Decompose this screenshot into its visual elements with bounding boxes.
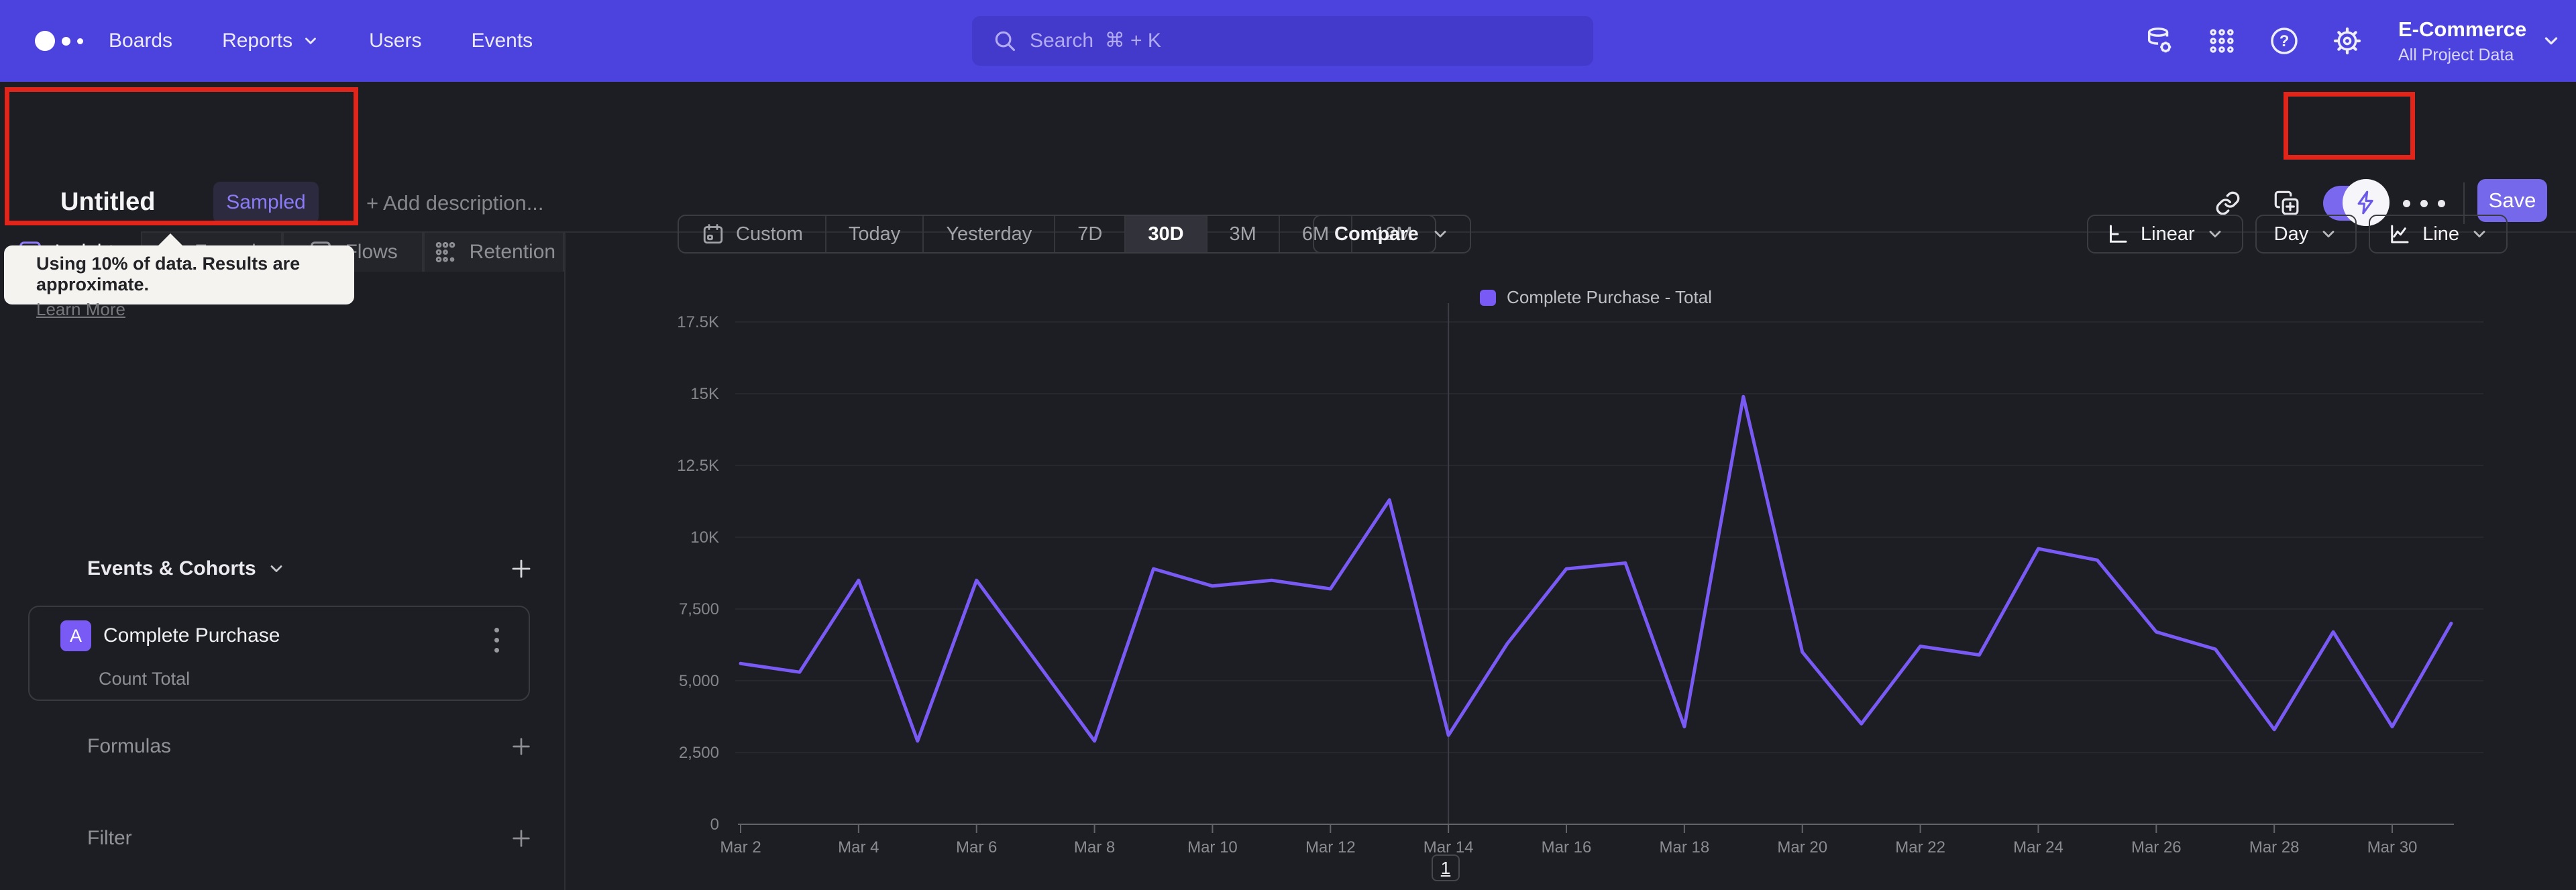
svg-text:12.5K: 12.5K: [677, 457, 719, 475]
sampling-tooltip: Using 10% of data. Results are approxima…: [4, 233, 354, 319]
svg-text:Mar 6: Mar 6: [956, 838, 997, 856]
chart-type-dropdown[interactable]: Line: [2369, 215, 2508, 254]
interval-dropdown[interactable]: Day: [2255, 215, 2357, 254]
learn-more-link[interactable]: Learn More: [36, 299, 125, 320]
svg-text:10K: 10K: [690, 529, 719, 547]
range-yesterday[interactable]: Yesterday: [924, 216, 1056, 252]
chevron-down-icon: [2209, 231, 2221, 237]
legend-item[interactable]: Complete Purchase - Total: [1480, 287, 1712, 308]
svg-text:Mar 14: Mar 14: [1424, 838, 1474, 856]
range-label: 30D: [1148, 223, 1184, 245]
scale-label: Linear: [2141, 223, 2195, 245]
linear-axis-icon: [2110, 225, 2127, 243]
chevron-down-icon: [1434, 231, 1446, 237]
svg-text:Mar 24: Mar 24: [2013, 838, 2063, 856]
svg-text:Mar 8: Mar 8: [1074, 838, 1115, 856]
chevron-down-icon: [2322, 231, 2334, 237]
svg-text:15K: 15K: [690, 385, 719, 403]
range-today[interactable]: Today: [826, 216, 924, 252]
range-label: Today: [848, 223, 901, 245]
chevron-down-icon: [2473, 231, 2485, 237]
compare-button[interactable]: Compare: [1313, 215, 1471, 254]
svg-text:2,500: 2,500: [679, 744, 719, 762]
range-label: 3M: [1229, 223, 1256, 245]
page-number: 1: [1440, 857, 1451, 878]
range-custom[interactable]: Custom: [679, 216, 826, 252]
svg-text:17.5K: 17.5K: [677, 313, 719, 331]
svg-text:Mar 30: Mar 30: [2367, 838, 2418, 856]
svg-text:Mar 10: Mar 10: [1187, 838, 1238, 856]
svg-text:Mar 2: Mar 2: [720, 838, 761, 856]
chart-type-label: Line: [2422, 223, 2460, 245]
legend-label: Complete Purchase - Total: [1507, 287, 1712, 307]
svg-text:5,000: 5,000: [679, 672, 719, 690]
range-30d[interactable]: 30D: [1126, 216, 1208, 252]
chart-display-controls: Linear Day Line: [2087, 215, 2508, 254]
svg-text:Mar 12: Mar 12: [1305, 838, 1356, 856]
line-chart: 0 2,500 5,000 7,500 10K 12.5K 15K 17.5K Mar 2 Mar…: [677, 303, 2483, 856]
svg-text:Mar 28: Mar 28: [2249, 838, 2300, 856]
line-chart-icon: [2391, 225, 2409, 243]
svg-text:Mar 16: Mar 16: [1542, 838, 1592, 856]
svg-text:0: 0: [710, 816, 719, 834]
legend-swatch: [1480, 289, 1497, 306]
pagination-page-1[interactable]: 1: [1432, 854, 1460, 881]
range-7d[interactable]: 7D: [1055, 216, 1126, 252]
range-3m[interactable]: 3M: [1208, 216, 1280, 252]
calendar-icon: [703, 224, 723, 244]
svg-text:Mar 22: Mar 22: [1895, 838, 1945, 856]
interval-label: Day: [2273, 223, 2309, 245]
compare-label: Compare: [1334, 223, 1419, 245]
scale-dropdown[interactable]: Linear: [2087, 215, 2243, 254]
svg-text:Mar 26: Mar 26: [2131, 838, 2182, 856]
svg-text:7,500: 7,500: [679, 600, 719, 618]
tooltip-message: Using 10% of data. Results are approxima…: [36, 254, 301, 294]
svg-text:Mar 20: Mar 20: [1777, 838, 1827, 856]
range-label: 7D: [1077, 223, 1103, 245]
range-label: Yesterday: [946, 223, 1032, 245]
svg-text:Mar 4: Mar 4: [838, 838, 879, 856]
chart-legend: Complete Purchase - Total: [741, 287, 2451, 308]
svg-text:Mar 18: Mar 18: [1660, 838, 1710, 856]
range-label: Custom: [736, 223, 803, 245]
tooltip-arrow: [157, 233, 184, 247]
